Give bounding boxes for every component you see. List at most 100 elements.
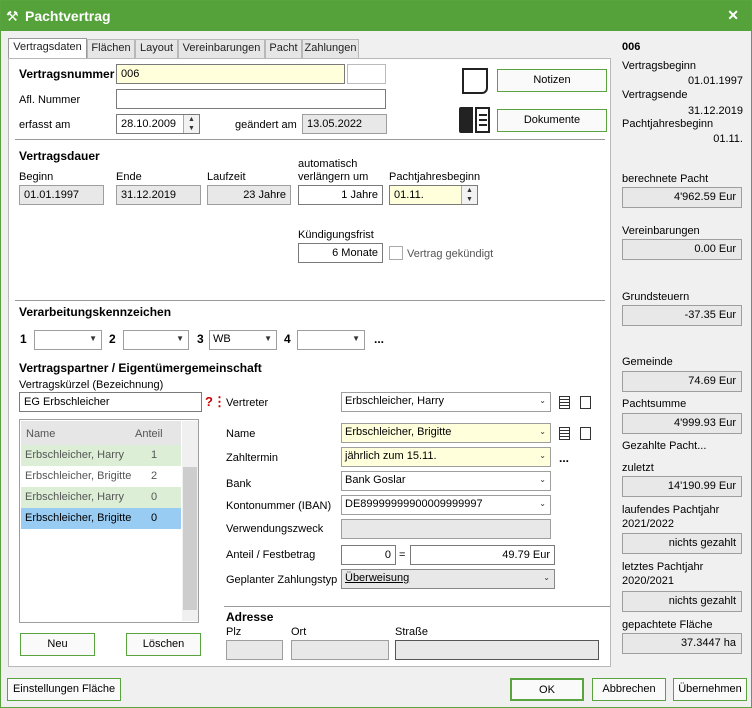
abbrechen-button[interactable]: Abbrechen: [592, 678, 666, 701]
ok-button[interactable]: OK: [510, 678, 584, 701]
side-ps-label: Pachtsumme: [622, 398, 687, 410]
kuendigung-field[interactable]: 6 Monate: [298, 243, 383, 263]
note-icon: [462, 68, 488, 94]
name-dropdown[interactable]: Erbschleicher, Brigitte ⌄: [341, 423, 551, 443]
help-icon[interactable]: ?⋮: [205, 394, 226, 410]
pachtjahr-label: Pachtjahresbeginn: [389, 171, 481, 183]
kennzeichen-4-dropdown[interactable]: ▼: [297, 330, 365, 350]
list-item[interactable]: Erbschleicher, Harry 0: [21, 487, 181, 508]
kennzeichen-3-value: WB: [213, 333, 231, 345]
bank-dropdown[interactable]: Bank Goslar ⌄: [341, 471, 551, 491]
iban-dropdown[interactable]: DE89999999900009999997 ⌄: [341, 495, 551, 515]
row-anteil: 1: [151, 449, 158, 461]
iban-label: Kontonummer (IBAN): [226, 500, 332, 512]
side-vb-label: Vertragsbeginn: [622, 60, 696, 72]
side-gez-label: Gezahlte Pacht...: [622, 440, 707, 452]
col-anteil-header: Anteil: [135, 428, 163, 440]
scrollbar-thumb[interactable]: [183, 467, 197, 610]
row-name: Erbschleicher, Brigitte: [25, 470, 132, 482]
kennzeichen-3-dropdown[interactable]: WB ▼: [209, 330, 277, 350]
geaendert-field: 13.05.2022: [302, 114, 387, 134]
row-name: Erbschleicher, Harry: [25, 491, 125, 503]
row-name: Erbschleicher, Harry: [25, 449, 125, 461]
uebernehmen-button[interactable]: Übernehmen: [673, 678, 747, 701]
kennzeichen-2-label: 2: [109, 332, 116, 346]
vertragsnummer-extra-field[interactable]: [347, 64, 386, 84]
strasse-field: [395, 640, 599, 660]
partner-list[interactable]: Name Anteil Erbschleicher, Harry 1 Erbsch…: [19, 419, 199, 623]
betrag-field[interactable]: 49.79 Eur: [410, 545, 555, 565]
window-title: Pachtvertrag: [25, 8, 111, 24]
divider: [15, 300, 605, 301]
side-lz-label1: letztes Pachtjahr: [622, 561, 704, 573]
close-icon[interactable]: ✕: [727, 7, 739, 24]
chevron-down-icon: ▼: [352, 334, 360, 343]
row-name: Erbschleicher, Brigitte: [25, 512, 132, 524]
zahlungstyp-dropdown[interactable]: Überweisung ⌄: [341, 569, 555, 589]
dialog-window: ⚒ Pachtvertrag ✕ Vertragsdaten Flächen L…: [0, 0, 752, 708]
ende-field: 31.12.2019: [116, 185, 201, 205]
scrollbar[interactable]: [182, 421, 198, 621]
pachtjahr-field[interactable]: 01.11. ▲ ▼: [389, 185, 478, 205]
vertragsnummer-label: Vertragsnummer: [19, 67, 115, 81]
notizen-button[interactable]: Notizen: [497, 69, 607, 92]
loeschen-button[interactable]: Löschen: [126, 633, 201, 656]
einstellungen-flaeche-button[interactable]: Einstellungen Fläche: [7, 678, 121, 701]
erfasst-date-field[interactable]: 28.10.2009 ▲ ▼: [116, 114, 200, 134]
iban-value: DE89999999900009999997: [345, 498, 483, 510]
document-list-icon[interactable]: [559, 396, 570, 409]
gekuendigt-label: Vertrag gekündigt: [407, 248, 494, 260]
afl-nummer-field[interactable]: [116, 89, 386, 109]
document-icon[interactable]: [580, 396, 591, 409]
kennzeichen-4-label: 4: [284, 332, 291, 346]
erfasst-spinner-icon[interactable]: ▲ ▼: [183, 115, 199, 133]
kennzeichen-2-dropdown[interactable]: ▼: [123, 330, 189, 350]
name-value: Erbschleicher, Brigitte: [345, 426, 452, 438]
list-item[interactable]: Erbschleicher, Harry 1: [21, 445, 181, 466]
zahltermin-more-button[interactable]: ...: [559, 451, 569, 465]
row-anteil: 2: [151, 470, 158, 482]
tab-layout[interactable]: Layout: [135, 39, 178, 58]
dokumente-button[interactable]: Dokumente: [497, 109, 607, 132]
vertragsnummer-field[interactable]: 006: [116, 64, 345, 84]
kennzeichen-1-label: 1: [20, 332, 27, 346]
erfasst-value: 28.10.2009: [121, 118, 177, 130]
side-zul: 14'190.99 Eur: [622, 476, 742, 497]
beginn-field: 01.01.1997: [19, 185, 104, 205]
neu-button[interactable]: Neu: [20, 633, 95, 656]
kuerzel-label: Vertragskürzel (Bezeichnung): [19, 379, 164, 391]
col-name-header: Name: [26, 428, 56, 440]
side-ve-label: Vertragsende: [622, 89, 688, 101]
gekuendigt-checkbox[interactable]: [389, 246, 403, 260]
side-gem: 74.69 Eur: [622, 371, 742, 392]
bank-label: Bank: [226, 478, 252, 490]
plz-label: Plz: [226, 626, 242, 638]
tab-vereinbarungen[interactable]: Vereinbarungen: [178, 39, 265, 58]
side-lz-label2: 2020/2021: [622, 575, 674, 587]
tab-flaechen[interactable]: Flächen: [87, 39, 135, 58]
list-item[interactable]: Erbschleicher, Brigitte 2: [21, 466, 181, 487]
side-ve: 31.12.2019: [687, 105, 743, 117]
auto-verlaengern-field[interactable]: 1 Jahre: [298, 185, 383, 205]
pachtjahr-spinner-icon[interactable]: ▲ ▼: [461, 186, 477, 204]
ort-field: [291, 640, 389, 660]
beginn-label: Beginn: [19, 171, 54, 183]
document-list-icon[interactable]: [559, 427, 570, 440]
list-item-selected[interactable]: Erbschleicher, Brigitte 0: [21, 508, 181, 529]
side-pjb: 01.11.: [713, 133, 743, 145]
kennzeichen-more-button[interactable]: ...: [374, 332, 384, 346]
tab-pacht[interactable]: Pacht: [265, 39, 302, 58]
kennzeichen-3-label: 3: [197, 332, 204, 346]
tab-zahlungen[interactable]: Zahlungen: [302, 39, 359, 58]
zahltermin-dropdown[interactable]: jährlich zum 15.11. ⌄: [341, 447, 551, 467]
kennzeichen-1-dropdown[interactable]: ▼: [34, 330, 102, 350]
tab-vertragsdaten[interactable]: Vertragsdaten: [8, 38, 87, 59]
anteil-field[interactable]: 0: [341, 545, 396, 565]
vertreter-label: Vertreter: [226, 397, 269, 409]
document-icon[interactable]: [580, 427, 591, 440]
vertreter-dropdown[interactable]: Erbschleicher, Harry ⌄: [341, 392, 551, 412]
side-pjb-label: Pachtjahresbeginn: [622, 118, 714, 130]
zahltermin-value: jährlich zum 15.11.: [345, 450, 437, 462]
kuerzel-field[interactable]: EG Erbschleicher: [19, 392, 202, 412]
zahlungstyp-label: Geplanter Zahlungstyp: [226, 574, 338, 586]
